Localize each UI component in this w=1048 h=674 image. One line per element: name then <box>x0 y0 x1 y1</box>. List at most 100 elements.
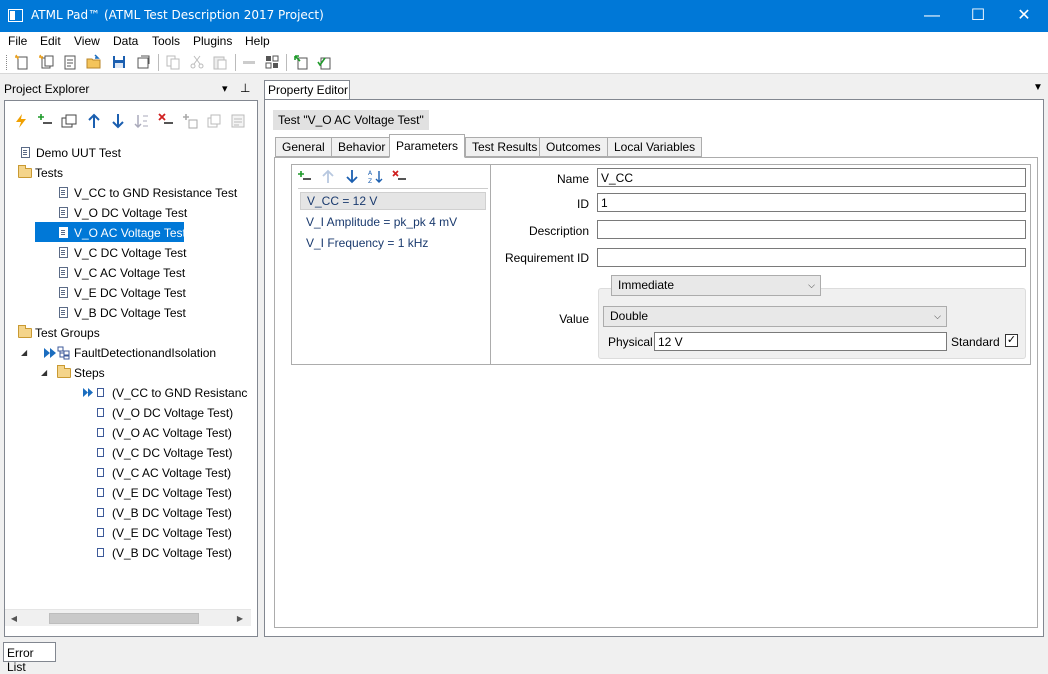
menu-help[interactable]: Help <box>245 34 270 48</box>
duplicate-icon[interactable] <box>206 113 222 129</box>
tree-node-step[interactable]: (V_CC to GND Resistance T <box>82 383 248 403</box>
tab-outcomes[interactable]: Outcomes <box>539 137 608 157</box>
requirement-id-field[interactable] <box>597 248 1026 267</box>
tree-node-test[interactable]: V_CC to GND Resistance Test <box>56 183 256 203</box>
id-field[interactable] <box>597 193 1026 212</box>
move-up-icon[interactable] <box>86 113 102 129</box>
tree-node-test-selected[interactable]: V_O AC Voltage Test <box>56 223 186 243</box>
save-icon[interactable] <box>111 54 127 70</box>
lightning-icon[interactable] <box>13 113 29 129</box>
menu-plugins[interactable]: Plugins <box>193 34 232 48</box>
import-icon[interactable] <box>316 54 332 70</box>
menu-data[interactable]: Data <box>113 34 138 48</box>
tree-node-step[interactable]: (V_B DC Voltage Test) <box>96 503 256 523</box>
move-parameter-up-icon[interactable] <box>321 169 335 184</box>
tree-node-step[interactable]: (V_E DC Voltage Test) <box>96 523 256 543</box>
name-field[interactable] <box>597 168 1026 187</box>
menu-view[interactable]: View <box>74 34 100 48</box>
value-mode-dropdown[interactable]: Immediate ⌵ <box>611 275 821 296</box>
new-items-icon[interactable] <box>38 54 54 70</box>
tab-behavior[interactable]: Behavior <box>331 137 393 157</box>
error-list-tab[interactable]: Error List <box>3 642 56 674</box>
pin-icon[interactable]: ⊥ <box>240 81 250 95</box>
move-parameter-down-icon[interactable] <box>345 169 359 184</box>
parameter-item[interactable]: V_I Amplitude = pk_pk 4 mV <box>300 213 457 231</box>
tree-node-step[interactable]: (V_C DC Voltage Test) <box>96 443 256 463</box>
add-parameter-icon[interactable] <box>298 170 312 184</box>
tree-node-test[interactable]: V_E DC Voltage Test <box>56 283 256 303</box>
menu-tools[interactable]: Tools <box>152 34 180 48</box>
description-field[interactable] <box>597 220 1026 239</box>
cut-icon[interactable] <box>189 54 205 70</box>
scrollbar-thumb[interactable] <box>49 613 199 624</box>
grid-icon[interactable] <box>264 54 280 70</box>
scroll-left-icon[interactable]: ◀ <box>7 612 21 625</box>
physical-label: Physical <box>608 335 653 349</box>
move-down-icon[interactable] <box>110 113 126 129</box>
open-folder-icon[interactable] <box>86 54 102 70</box>
standard-checkbox[interactable]: ✓ <box>1005 334 1018 347</box>
parameter-item-selected[interactable]: V_CC = 12 V <box>300 192 486 210</box>
delete-item-icon[interactable] <box>158 113 174 129</box>
export-icon[interactable] <box>293 54 309 70</box>
horizontal-scrollbar[interactable]: ◀ ▶ <box>5 609 251 626</box>
new-project-icon[interactable] <box>14 54 30 70</box>
delete-parameter-icon[interactable] <box>392 170 407 184</box>
paste-icon[interactable] <box>212 54 228 70</box>
tree-node-step[interactable]: (V_O AC Voltage Test) <box>96 423 256 443</box>
window-title: ATML Pad™ (ATML Test Description 2017 Pr… <box>31 8 324 22</box>
test-document-icon <box>59 227 68 238</box>
svg-text:Z: Z <box>368 178 372 184</box>
copy-icon[interactable] <box>165 54 181 70</box>
close-button[interactable]: ✕ <box>1001 0 1047 32</box>
minimize-button[interactable]: — <box>909 0 955 32</box>
requirement-id-label: Requirement ID <box>504 251 589 265</box>
add-item-icon[interactable] <box>37 113 53 129</box>
expanded-arrow-icon[interactable]: ◢ <box>21 343 27 363</box>
tab-test-results[interactable]: Test Results <box>465 137 545 157</box>
value-type-dropdown[interactable]: Double ⌵ <box>603 306 947 327</box>
add-copy-icon[interactable] <box>182 113 198 129</box>
maximize-button[interactable]: ☐ <box>955 0 1001 32</box>
toolbar-grip[interactable] <box>6 55 8 70</box>
tree-node-step[interactable]: (V_E DC Voltage Test) <box>96 483 256 503</box>
property-editor-tab[interactable]: Property Editor <box>264 80 350 100</box>
sort-icon[interactable] <box>134 113 150 129</box>
hierarchy-icon <box>57 346 70 360</box>
tree-node-root[interactable]: Demo UUT Test <box>18 143 218 163</box>
tree-node-step[interactable]: (V_O DC Voltage Test) <box>96 403 256 423</box>
scroll-right-icon[interactable]: ▶ <box>233 612 247 625</box>
document-properties-icon[interactable] <box>230 113 246 129</box>
folder-open-icon <box>18 165 32 178</box>
tree-node-test[interactable]: V_B DC Voltage Test <box>56 303 256 323</box>
tree-node-test[interactable]: V_C AC Voltage Test <box>56 263 256 283</box>
step-icon <box>97 448 104 457</box>
parameter-item[interactable]: V_I Frequency = 1 kHz <box>300 234 428 252</box>
physical-field[interactable] <box>654 332 947 351</box>
panel-dropdown-icon[interactable]: ▾ <box>222 82 228 95</box>
menu-file[interactable]: File <box>8 34 27 48</box>
tree-node-test[interactable]: V_C DC Voltage Test <box>56 243 256 263</box>
run-step-icon <box>83 388 93 397</box>
toolbar-separator <box>286 54 287 71</box>
tree-node-steps-folder[interactable]: ◢ Steps <box>40 363 240 383</box>
sort-parameters-icon[interactable]: AZ <box>368 169 383 184</box>
chevron-down-icon: ⌵ <box>808 280 815 290</box>
tree-node-group[interactable]: ◢ FaultDetectionandIsolation <box>20 343 250 363</box>
tree-node-step[interactable]: (V_B DC Voltage Test) <box>96 543 256 563</box>
expanded-arrow-icon[interactable]: ◢ <box>41 363 47 383</box>
tree-node-test[interactable]: V_O DC Voltage Test <box>56 203 256 223</box>
panel-menu-icon[interactable]: ▼ <box>1033 82 1043 93</box>
windows-icon[interactable] <box>61 113 77 129</box>
toolbar <box>0 51 1048 74</box>
new-file-icon[interactable] <box>62 54 78 70</box>
menu-edit[interactable]: Edit <box>40 34 61 48</box>
tree-node-test-groups-folder[interactable]: Test Groups <box>18 323 218 343</box>
tab-general[interactable]: General <box>275 137 332 157</box>
tree-node-tests-folder[interactable]: Tests <box>18 163 218 183</box>
tree-node-step[interactable]: (V_C AC Voltage Test) <box>96 463 256 483</box>
tab-local-variables[interactable]: Local Variables <box>607 137 703 157</box>
tab-parameters[interactable]: Parameters <box>389 134 466 158</box>
save-all-icon[interactable] <box>135 54 151 70</box>
remove-icon[interactable] <box>241 54 257 70</box>
